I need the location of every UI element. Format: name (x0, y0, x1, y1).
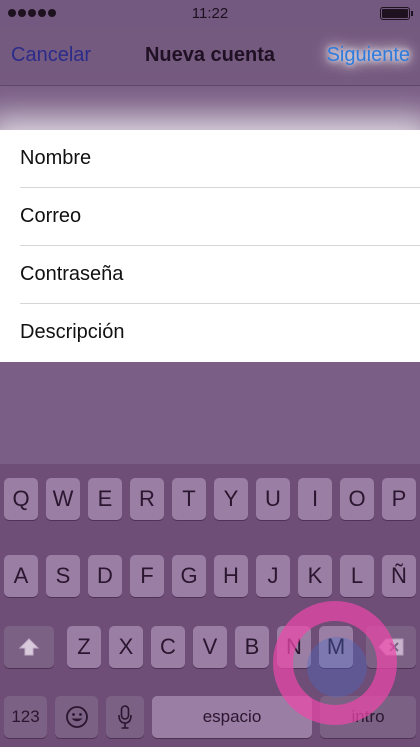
key-b[interactable]: B (235, 626, 269, 668)
key-k[interactable]: K (298, 555, 332, 597)
delete-backspace-icon (378, 638, 404, 656)
key-a[interactable]: A (4, 555, 38, 597)
key-h[interactable]: H (214, 555, 248, 597)
key-g[interactable]: G (172, 555, 206, 597)
description-field-row (0, 304, 420, 362)
cancel-button[interactable]: Cancelar (11, 44, 91, 67)
name-field-row (0, 130, 420, 188)
email-input[interactable] (20, 188, 400, 245)
key-e[interactable]: E (88, 478, 122, 520)
key-w[interactable]: W (46, 478, 80, 520)
battery-icon (380, 7, 413, 20)
password-field-row (0, 246, 420, 304)
name-input[interactable] (20, 130, 400, 187)
key-o[interactable]: O (340, 478, 374, 520)
key-i[interactable]: I (298, 478, 332, 520)
delete-key[interactable] (366, 626, 416, 668)
key-x[interactable]: X (109, 626, 143, 668)
key-y[interactable]: Y (214, 478, 248, 520)
key-c[interactable]: C (151, 626, 185, 668)
key-l[interactable]: L (340, 555, 374, 597)
key-d[interactable]: D (88, 555, 122, 597)
emoji-icon (65, 706, 88, 728)
key-m[interactable]: M (319, 626, 353, 668)
key-j[interactable]: J (256, 555, 290, 597)
account-form (0, 130, 420, 362)
empty-area (0, 362, 420, 464)
status-time: 11:22 (191, 5, 229, 22)
key-u[interactable]: U (256, 478, 290, 520)
microphone-icon (118, 705, 132, 729)
space-key[interactable]: espacio (152, 696, 312, 738)
key-v[interactable]: V (193, 626, 227, 668)
key-z[interactable]: Z (67, 626, 101, 668)
key-q[interactable]: Q (4, 478, 38, 520)
form-top-spacer (0, 86, 420, 130)
next-button[interactable]: Siguiente (327, 44, 410, 67)
return-key[interactable]: intro (320, 696, 416, 738)
numbers-key[interactable]: 123 (4, 696, 47, 738)
key-n-tilde[interactable]: Ñ (382, 555, 416, 597)
email-field-row (0, 188, 420, 246)
microphone-key[interactable] (106, 696, 144, 738)
key-r[interactable]: R (130, 478, 164, 520)
key-f[interactable]: F (130, 555, 164, 597)
description-input[interactable] (20, 304, 400, 361)
shift-arrow-icon (18, 638, 40, 656)
key-t[interactable]: T (172, 478, 206, 520)
keyboard: Q W E R T Y U I O P A S D F G H J K L Ñ … (0, 464, 420, 747)
emoji-key[interactable] (55, 696, 98, 738)
key-n[interactable]: N (277, 626, 311, 668)
key-p[interactable]: P (382, 478, 416, 520)
status-bar: 11:22 (0, 0, 420, 28)
key-s[interactable]: S (46, 555, 80, 597)
shift-key[interactable] (4, 626, 54, 668)
navigation-bar: Cancelar Nueva cuenta Siguiente (0, 28, 420, 86)
password-input[interactable] (20, 246, 400, 303)
